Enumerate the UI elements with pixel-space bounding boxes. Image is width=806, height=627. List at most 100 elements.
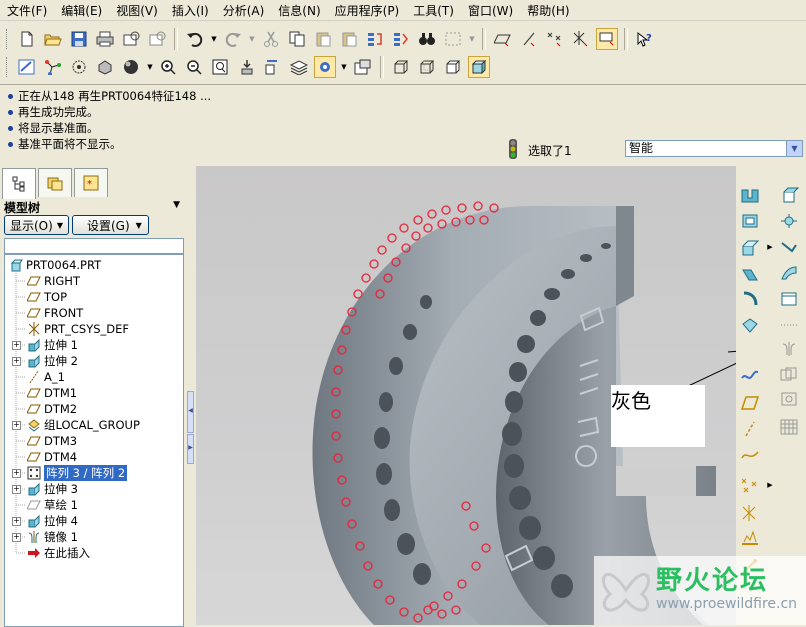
sweep-tool-icon[interactable] — [778, 262, 800, 284]
panel-menu-icon[interactable]: ▼ — [173, 200, 180, 210]
no-hidden-icon[interactable] — [94, 56, 116, 78]
annotation-display-icon[interactable] — [596, 28, 618, 50]
shell-tool-icon[interactable] — [778, 184, 800, 206]
tree-item[interactable]: DTM1 — [27, 385, 77, 401]
refit-icon[interactable] — [210, 56, 232, 78]
menu-item[interactable]: 窗口(W) — [461, 2, 520, 19]
appearance-icon[interactable] — [352, 56, 374, 78]
tree-item[interactable]: PRT_CSYS_DEF — [27, 321, 129, 337]
menu-item[interactable]: 文件(F) — [0, 2, 54, 19]
send-link-icon[interactable] — [146, 28, 168, 50]
expand-toggle-icon[interactable]: + — [12, 533, 21, 542]
no-hidden-line-icon[interactable] — [442, 56, 464, 78]
tab-model-tree[interactable] — [2, 168, 36, 199]
spin-center-icon[interactable] — [42, 56, 64, 78]
tab-folder-browser[interactable] — [38, 168, 72, 197]
view-manager-dropdown-icon[interactable]: ▼ — [340, 56, 348, 78]
regen-manager-icon[interactable] — [390, 28, 412, 50]
expand-toggle-icon[interactable]: + — [12, 421, 21, 430]
extrude-tool-icon[interactable] — [739, 262, 761, 284]
menu-item[interactable]: 插入(I) — [165, 2, 216, 19]
tree-item[interactable]: 拉伸 4 — [27, 513, 78, 529]
menu-item[interactable]: 工具(T) — [406, 2, 461, 19]
shading-dropdown-icon[interactable]: ▼ — [146, 56, 154, 78]
tree-item[interactable]: 镜像 1 — [27, 529, 78, 545]
show-button[interactable]: 显示(O) ▼ — [4, 215, 69, 235]
select-box-icon[interactable] — [442, 28, 464, 50]
print-icon[interactable] — [94, 28, 116, 50]
reorient-icon[interactable] — [236, 56, 258, 78]
tree-item[interactable]: PRT0064.PRT — [9, 257, 101, 273]
settings-button[interactable]: 设置(G) ▼ — [71, 215, 149, 235]
datum-curve-tool-icon[interactable] — [739, 444, 761, 466]
expand-toggle-icon[interactable]: + — [12, 517, 21, 526]
hole-tool-icon[interactable] — [739, 184, 761, 206]
undo-dropdown-icon[interactable]: ▼ — [210, 28, 218, 50]
toolbar-grip[interactable] — [6, 57, 10, 77]
redo-dropdown-icon[interactable]: ▼ — [248, 28, 256, 50]
undo-icon[interactable] — [184, 28, 206, 50]
datum-point-dropdown-icon[interactable]: ▶ — [766, 474, 774, 496]
pattern-tool-icon[interactable] — [778, 416, 800, 438]
analysis-feature-icon[interactable] — [739, 528, 761, 550]
csys-tool-icon[interactable] — [739, 502, 761, 524]
tree-item[interactable]: FRONT — [27, 305, 83, 321]
merge-tool-icon[interactable] — [778, 364, 800, 386]
collapse-handle-icon[interactable]: ◀ — [187, 391, 194, 433]
expand-toggle-icon[interactable]: + — [12, 469, 21, 478]
datum-axis-display-icon[interactable] — [518, 28, 540, 50]
datum-point-display-icon[interactable] — [544, 28, 566, 50]
selection-filter-select[interactable]: 智能 ▼ — [625, 140, 803, 157]
tree-item[interactable]: A_1 — [27, 369, 65, 385]
tree-item[interactable]: TOP — [27, 289, 67, 305]
hidden-line-icon[interactable] — [416, 56, 438, 78]
tree-item[interactable]: 拉伸 3 — [27, 481, 78, 497]
context-help-icon[interactable]: ? — [634, 28, 656, 50]
menu-item[interactable]: 应用程序(P) — [328, 2, 407, 19]
shaded-display-icon[interactable] — [468, 56, 490, 78]
tree-item[interactable]: DTM4 — [27, 449, 77, 465]
menu-item[interactable]: 信息(N) — [271, 2, 327, 19]
revolve-tool-icon[interactable] — [739, 288, 761, 310]
copy-icon[interactable] — [286, 28, 308, 50]
datum-plane-display-icon[interactable] — [492, 28, 514, 50]
expand-toggle-icon[interactable]: + — [12, 485, 21, 494]
datum-axis-tool-icon[interactable] — [739, 418, 761, 440]
tree-item[interactable]: 拉伸 1 — [27, 337, 78, 353]
tree-item[interactable]: RIGHT — [27, 273, 80, 289]
menu-item[interactable]: 帮助(H) — [520, 2, 576, 19]
sketch-tool-icon[interactable] — [739, 364, 761, 386]
redo-icon[interactable] — [222, 28, 244, 50]
menu-item[interactable]: 编辑(E) — [54, 2, 109, 19]
zoom-in-icon[interactable] — [158, 56, 180, 78]
shading-icon[interactable] — [120, 56, 142, 78]
expand-handle-icon[interactable]: ▶ — [187, 434, 194, 464]
trim-tool-icon[interactable] — [778, 388, 800, 410]
cut-icon[interactable] — [260, 28, 282, 50]
draft-tool-icon[interactable] — [778, 210, 800, 232]
datum-point-tool-icon[interactable] — [739, 474, 761, 496]
menu-item[interactable]: 分析(A) — [216, 2, 272, 19]
tree-item[interactable]: 阵列 3 / 阵列 2 — [27, 465, 128, 481]
view-manager-icon[interactable] — [314, 56, 336, 78]
select-dropdown-icon[interactable]: ▼ — [468, 28, 476, 50]
mirror-tool-icon[interactable] — [778, 338, 800, 360]
chevron-down-icon[interactable]: ▼ — [786, 141, 802, 156]
tree-item[interactable]: DTM3 — [27, 433, 77, 449]
tab-favorites[interactable]: * — [74, 168, 108, 197]
model-display-icon[interactable] — [68, 56, 90, 78]
new-file-icon[interactable] — [16, 28, 38, 50]
wireframe-icon[interactable] — [390, 56, 412, 78]
regenerate-icon[interactable] — [364, 28, 386, 50]
rib-tool-icon[interactable] — [739, 210, 761, 232]
paste-special-icon[interactable] — [338, 28, 360, 50]
tree-item[interactable]: DTM2 — [27, 401, 77, 417]
warp-tool-icon[interactable] — [739, 314, 761, 336]
tree-item[interactable]: 拉伸 2 — [27, 353, 78, 369]
layers-icon[interactable] — [288, 56, 310, 78]
tree-item[interactable]: 草绘 1 — [27, 497, 78, 513]
saved-views-icon[interactable] — [262, 56, 284, 78]
open-folder-icon[interactable] — [42, 28, 64, 50]
tree-item[interactable]: 组LOCAL_GROUP — [27, 417, 140, 433]
chamfer-tool-icon[interactable] — [778, 236, 800, 258]
